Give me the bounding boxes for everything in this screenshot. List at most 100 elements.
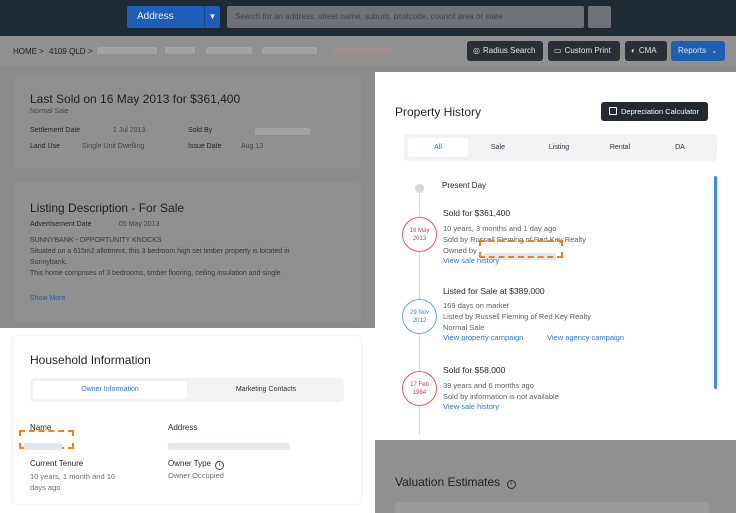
view-sale-history-link[interactable]: View sale history <box>443 256 499 265</box>
valuation-tabs <box>395 502 709 513</box>
date-day: 17 Feb <box>410 382 429 388</box>
event-title: Sold for $361,400 <box>443 208 511 218</box>
history-tabs: All Sale Listing Rental DA <box>404 134 717 161</box>
owner-name-redacted <box>24 437 62 455</box>
timeline-date-badge: 17 Feb 1984 <box>402 371 437 406</box>
timeline-scrollbar[interactable] <box>714 176 717 389</box>
cma-label: CMA <box>638 46 657 55</box>
event-detail: Listed by Russell Fleming of Red Key Rea… <box>443 312 591 321</box>
breadcrumb-redacted <box>165 47 195 56</box>
tab-marketing-contacts[interactable]: Marketing Contacts <box>190 381 342 399</box>
tab-owner-information[interactable]: Owner Information <box>33 381 187 399</box>
ad-date-label: Advertisement Date <box>30 221 92 228</box>
timeline-start-dot <box>415 184 424 193</box>
show-more-link[interactable]: Show More <box>30 295 65 302</box>
info-icon[interactable]: i <box>506 480 516 489</box>
calculator-icon <box>609 107 617 115</box>
date-year: 2013 <box>412 236 427 242</box>
sale-type: Normal Sale <box>30 108 69 115</box>
breadcrumb-state[interactable]: 4109 QLD <box>49 47 85 56</box>
breadcrumb-separator: > <box>39 47 44 56</box>
reports-dropdown[interactable]: Reports ⌄ <box>671 41 725 61</box>
tenure-value: 10 years, 1 month and 16 days ago <box>30 472 116 492</box>
tab-rental[interactable]: Rental <box>590 138 650 157</box>
tab-da[interactable]: DA <box>650 138 710 157</box>
chevron-down-icon: ⌄ <box>711 48 718 55</box>
cma-icon: ◐ <box>631 46 636 55</box>
household-tabs: Owner Information Marketing Contacts <box>30 378 344 402</box>
owner-type-label-text: Owner Type <box>168 459 211 468</box>
listing-description-card: Listing Description - For Sale Advertise… <box>13 182 361 322</box>
search-type-dropdown[interactable]: Address ▼ <box>127 6 220 28</box>
sold-by-value-redacted <box>255 128 310 137</box>
timeline-date-badge: 16 May 2013 <box>402 217 437 252</box>
document-icon: ▭ <box>554 46 562 55</box>
listing-text-line: Sunnybank. <box>30 259 67 266</box>
address-label: Address <box>168 423 198 432</box>
tab-all[interactable]: All <box>408 138 468 157</box>
view-agency-campaign-link[interactable]: View agency campaign <box>547 333 624 342</box>
settlement-label: Settlement Date <box>30 127 81 134</box>
breadcrumb-separator: > <box>88 47 93 56</box>
view-sale-history-link[interactable]: View sale history <box>443 402 499 411</box>
listing-text-line: Situated on a 615m2 allotment, this 3 be… <box>30 248 290 255</box>
present-day-label: Present Day <box>442 181 487 190</box>
last-sold-title: Last Sold on 16 May 2013 for $361,400 <box>30 92 241 106</box>
event-detail: Normal Sale <box>443 323 485 332</box>
household-panel: Household Information Owner Information … <box>0 328 375 513</box>
property-history-card: Property History Depreciation Calculator… <box>383 76 732 438</box>
info-icon[interactable]: i <box>215 461 225 470</box>
event-title: Sold for $58,000 <box>443 365 506 375</box>
top-bar: Address ▼ Search for an address, street … <box>0 0 736 36</box>
search-input[interactable]: Search for an address, street name, subu… <box>227 6 584 28</box>
view-property-campaign-link[interactable]: View property campaign <box>443 333 523 342</box>
timeline-date-badge: 29 Nov 2012 <box>402 299 437 334</box>
issue-date-value: Aug 13 <box>241 143 264 150</box>
cma-button[interactable]: ◐ CMA <box>625 41 667 61</box>
land-use-value: Single Unit Dwelling <box>82 143 145 150</box>
listing-heading: SUNNYBANK - OPPORTUNITY KNOCKS <box>30 237 162 244</box>
event-detail: 10 years, 3 months and 1 day ago <box>443 224 557 233</box>
reports-label: Reports <box>678 46 707 55</box>
date-day: 16 May <box>409 228 430 234</box>
breadcrumb-redacted <box>97 47 157 56</box>
valuation-card: Valuation Estimates i <box>375 440 736 513</box>
household-title: Household Information <box>30 353 151 367</box>
valuation-title-text: Valuation Estimates <box>395 475 501 489</box>
listing-text-line: This home comprises of 3 bedrooms, timbe… <box>30 270 281 277</box>
tab-listing[interactable]: Listing <box>529 138 589 157</box>
owner-type-value: Owner Occupied <box>168 471 224 480</box>
breadcrumb-redacted <box>262 47 317 56</box>
search-button[interactable] <box>588 6 611 28</box>
property-history-panel: Property History Depreciation Calculator… <box>375 72 736 440</box>
property-history-title: Property History <box>395 105 482 119</box>
issue-date-label: Issue Date <box>188 143 222 150</box>
custom-print-button[interactable]: ▭ Custom Print <box>548 41 620 61</box>
event-detail: Sold by information is not available <box>443 392 559 401</box>
event-title: Listed for Sale at $389,000 <box>443 286 545 296</box>
tenure-label: Current Tenure <box>30 459 84 468</box>
breadcrumb-redacted <box>206 47 252 56</box>
owner-type-label: Owner Type i <box>168 459 225 470</box>
radius-search-button[interactable]: ◎ Radius Search <box>467 41 543 61</box>
depreciation-calculator-button[interactable]: Depreciation Calculator <box>601 102 708 121</box>
radius-search-label: Radius Search <box>482 46 536 55</box>
depreciation-calculator-label: Depreciation Calculator <box>621 107 699 116</box>
tab-sale[interactable]: Sale <box>468 138 528 157</box>
radius-icon: ◎ <box>473 46 480 55</box>
date-day: 29 Nov <box>409 310 429 316</box>
listing-title: Listing Description - For Sale <box>30 201 185 215</box>
settlement-value: 1 Jul 2013 <box>113 127 146 134</box>
household-card: Household Information Owner Information … <box>13 336 361 504</box>
breadcrumb-home[interactable]: HOME <box>13 47 37 56</box>
event-detail: 169 days on market <box>443 301 509 310</box>
event-detail: Owned by <box>443 246 477 255</box>
sold-by-label: Sold By <box>188 127 213 134</box>
chevron-down-icon: ▼ <box>204 6 220 28</box>
valuation-title: Valuation Estimates i <box>395 475 516 489</box>
last-sold-card: Last Sold on 16 May 2013 for $361,400 No… <box>13 76 361 168</box>
date-year: 1984 <box>412 390 427 396</box>
breadcrumb-redacted <box>332 47 392 56</box>
custom-print-label: Custom Print <box>564 46 611 55</box>
event-detail: 39 years and 6 months ago <box>443 381 534 390</box>
